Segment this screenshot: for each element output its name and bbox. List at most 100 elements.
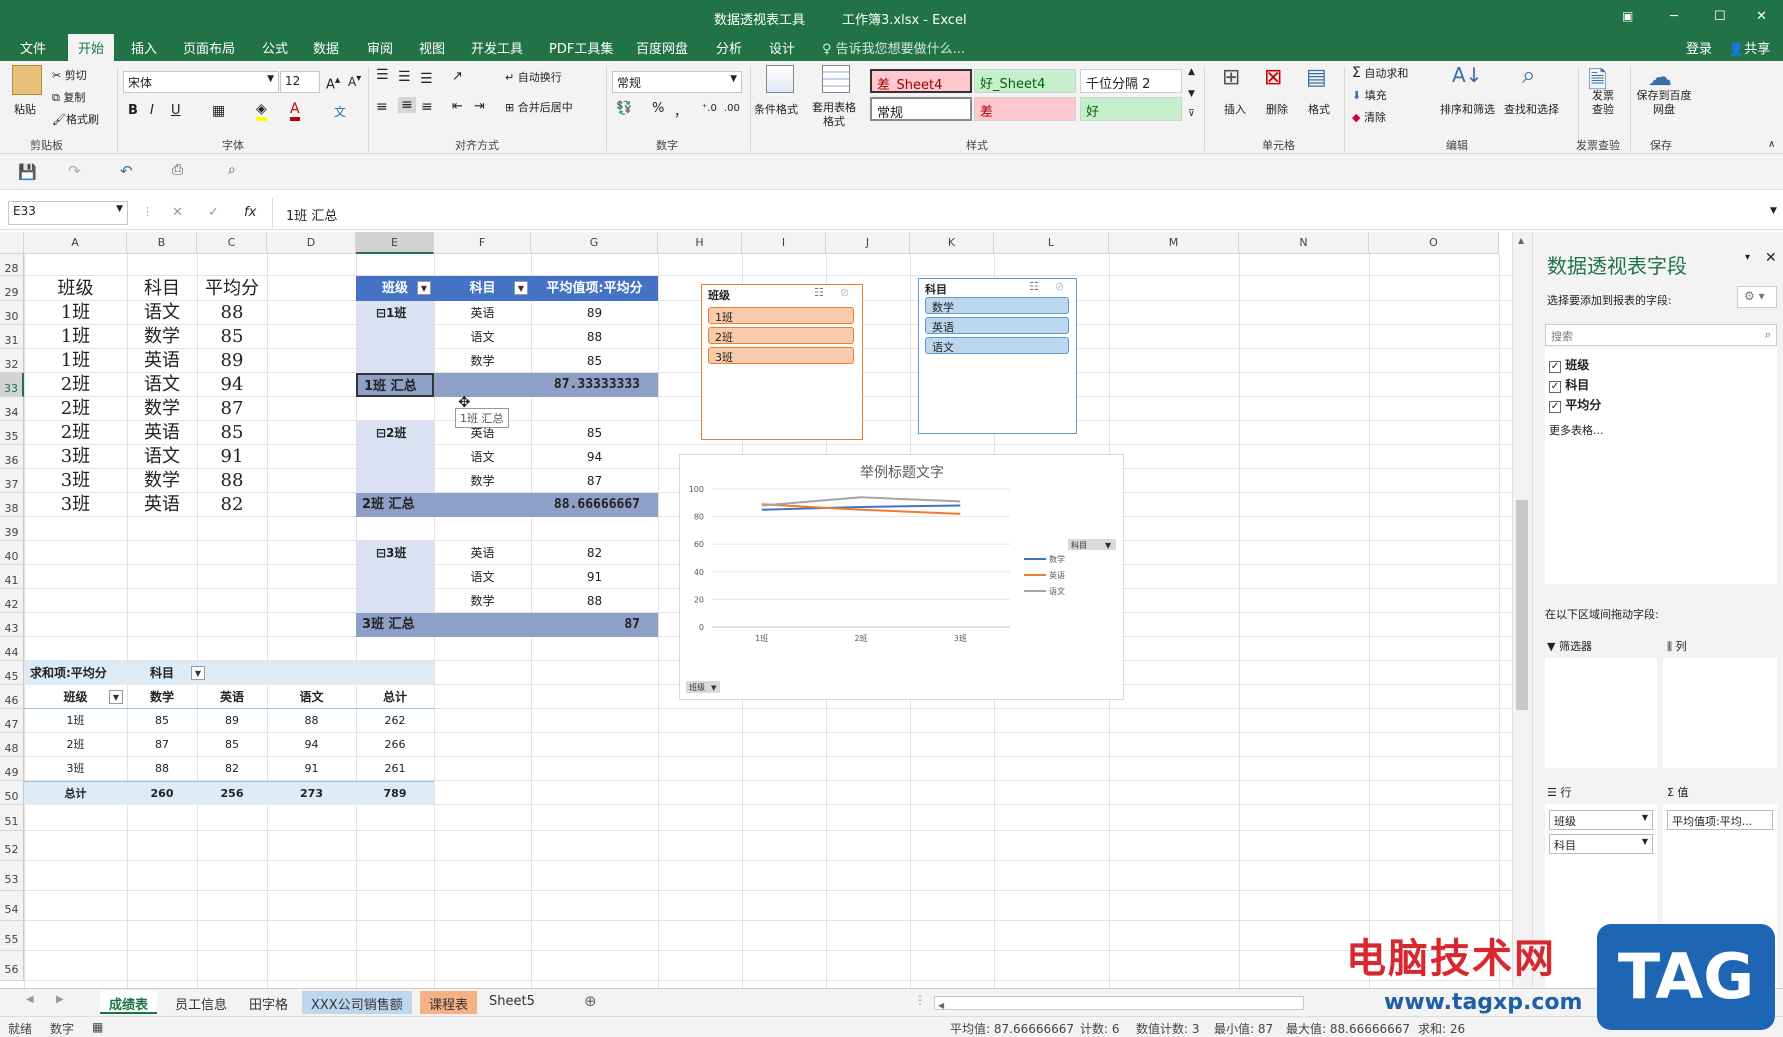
align-center-icon[interactable]: ≡ [398,97,416,113]
undo-icon[interactable]: ↶ [120,162,133,180]
cell[interactable]: 88 [267,709,356,733]
cell[interactable]: 语文 [127,373,197,397]
cell[interactable]: 89 [197,709,267,733]
style-bad[interactable]: 差 [974,97,1076,121]
slicer-item[interactable]: 数学 [925,297,1069,314]
cell[interactable]: 3班 [24,493,127,517]
column-header[interactable]: M [1109,232,1239,254]
slicer-item[interactable]: 语文 [925,337,1069,354]
cell[interactable]: 82 [197,493,267,517]
column-header[interactable]: L [994,232,1109,254]
tell-me-input[interactable]: ♀ 告诉我您想要做什么... [822,38,965,57]
row-header[interactable]: 41 [0,565,24,589]
tab-formulas[interactable]: 公式 [262,38,288,57]
cell[interactable]: 88 [531,589,658,613]
name-box[interactable]: E33 ▼ [8,201,128,225]
sort-filter-button[interactable]: 排序和筛选 [1440,101,1495,117]
align-top-icon[interactable]: ☰ [376,67,389,83]
share-button[interactable]: 👤共享 [1728,38,1770,57]
invoice-button[interactable]: 发票查验 [1590,89,1616,117]
copy-button[interactable]: ⧉ 复制 [52,89,85,105]
cell[interactable]: 87 [197,397,267,421]
cell[interactable]: 1班 [24,325,127,349]
tab-insert[interactable]: 插入 [131,38,157,57]
cell[interactable]: 260 [127,781,197,805]
cell[interactable]: 语文 [434,565,531,589]
sheet-tab[interactable]: XXX公司销售额 [302,991,412,1014]
multi-select-icon[interactable]: ☷ [814,286,824,299]
cell[interactable]: 94 [197,373,267,397]
cell[interactable]: 82 [531,541,658,565]
scroll-thumb[interactable] [1516,500,1528,710]
cell[interactable]: 2班 [24,397,127,421]
row-header[interactable]: 28 [0,254,24,276]
grow-font-icon[interactable]: A▴ [326,73,340,92]
insert-function-button[interactable]: fx [244,205,256,220]
currency-icon[interactable]: 💱 [616,101,632,116]
cell[interactable]: 总计 [356,685,434,709]
save-icon[interactable]: 💾 [18,163,37,181]
cell[interactable]: 英语 [127,493,197,517]
cell[interactable]: ⊟3班 [356,541,434,565]
column-header[interactable]: K [910,232,994,254]
merge-center-button[interactable]: ⊞ 合并后居中 [505,99,573,115]
insert-cells-icon[interactable]: ⊞ [1222,65,1240,90]
tab-data[interactable]: 数据 [313,38,339,57]
tab-home[interactable]: 开始 [68,34,115,61]
subtotal-label[interactable]: 1班 汇总 [356,373,434,397]
cell[interactable]: 平均分 [197,276,267,301]
cell[interactable]: 2班 [24,373,127,397]
row-header[interactable]: 48 [0,733,24,757]
border-icon[interactable]: ▦ [212,103,225,119]
slicer-item[interactable]: 2班 [708,327,854,344]
cell[interactable]: 1班 [24,301,127,325]
tab-view[interactable]: 视图 [419,38,445,57]
phonetic-icon[interactable]: 文 [334,103,346,120]
cell[interactable]: 科目 [127,276,197,301]
cell[interactable]: 85 [127,709,197,733]
pane-options-icon[interactable]: ▾ [1745,252,1750,263]
redo-icon[interactable]: ↷ [68,162,81,180]
row-header[interactable]: 40 [0,541,24,565]
style-good-sheet4[interactable]: 好_Sheet4 [974,69,1076,93]
slicer-subject[interactable]: 科目 ☷ ⊘ 数学 英语 语文 [918,278,1077,434]
cell[interactable]: 语文 [267,685,356,709]
cell[interactable]: 3班 [24,757,127,781]
column-header[interactable]: B [127,232,197,254]
cell[interactable]: 英语 [434,541,531,565]
cell[interactable]: 英语 [434,301,531,325]
slicer-item[interactable]: 3班 [708,347,854,364]
styles-more-icon[interactable]: ⊽ [1188,109,1195,119]
subtotal-value[interactable]: 88.66666667 [531,493,658,517]
paste-button[interactable]: 粘贴 [14,101,36,117]
cell[interactable]: 平均值项:平均分 [531,276,658,301]
cell[interactable]: 85 [197,733,267,757]
collapse-ribbon-icon[interactable]: ∧ [1768,139,1775,150]
cell[interactable]: 1班 [24,349,127,373]
subtotal-value[interactable]: 87.33333333 [531,373,658,397]
bold-button[interactable]: B [128,103,138,118]
login-link[interactable]: 登录 [1686,38,1712,57]
row-header[interactable]: 31 [0,325,24,349]
cell[interactable]: 85 [531,349,658,373]
cell[interactable]: 88 [127,757,197,781]
cell[interactable]: 英语 [127,421,197,445]
increase-decimal-icon[interactable]: ⁺.0 [702,103,717,114]
column-header[interactable]: O [1369,232,1499,254]
cell[interactable]: 88 [197,469,267,493]
subtotal-value[interactable]: 87 [531,613,658,637]
number-format-select[interactable]: 常规 ▼ [612,71,742,93]
italic-button[interactable]: I [150,103,154,118]
cell[interactable]: 91 [197,445,267,469]
sheet-tab[interactable]: Sheet5 [480,991,544,1014]
row-header[interactable]: 44 [0,637,24,661]
cell[interactable]: ⊟1班 [356,301,434,325]
cell[interactable]: 数学 [127,397,197,421]
styles-scroll-down-icon[interactable]: ▼ [1188,89,1195,99]
maximize-icon[interactable]: ☐ [1714,9,1726,24]
select-all-corner[interactable] [0,232,24,254]
save-baidu-button[interactable]: 保存到百度网盘 [1636,89,1692,117]
sheet-tab[interactable]: 员工信息 [166,991,236,1014]
cell[interactable] [356,589,434,613]
cell[interactable]: 数学 [434,589,531,613]
